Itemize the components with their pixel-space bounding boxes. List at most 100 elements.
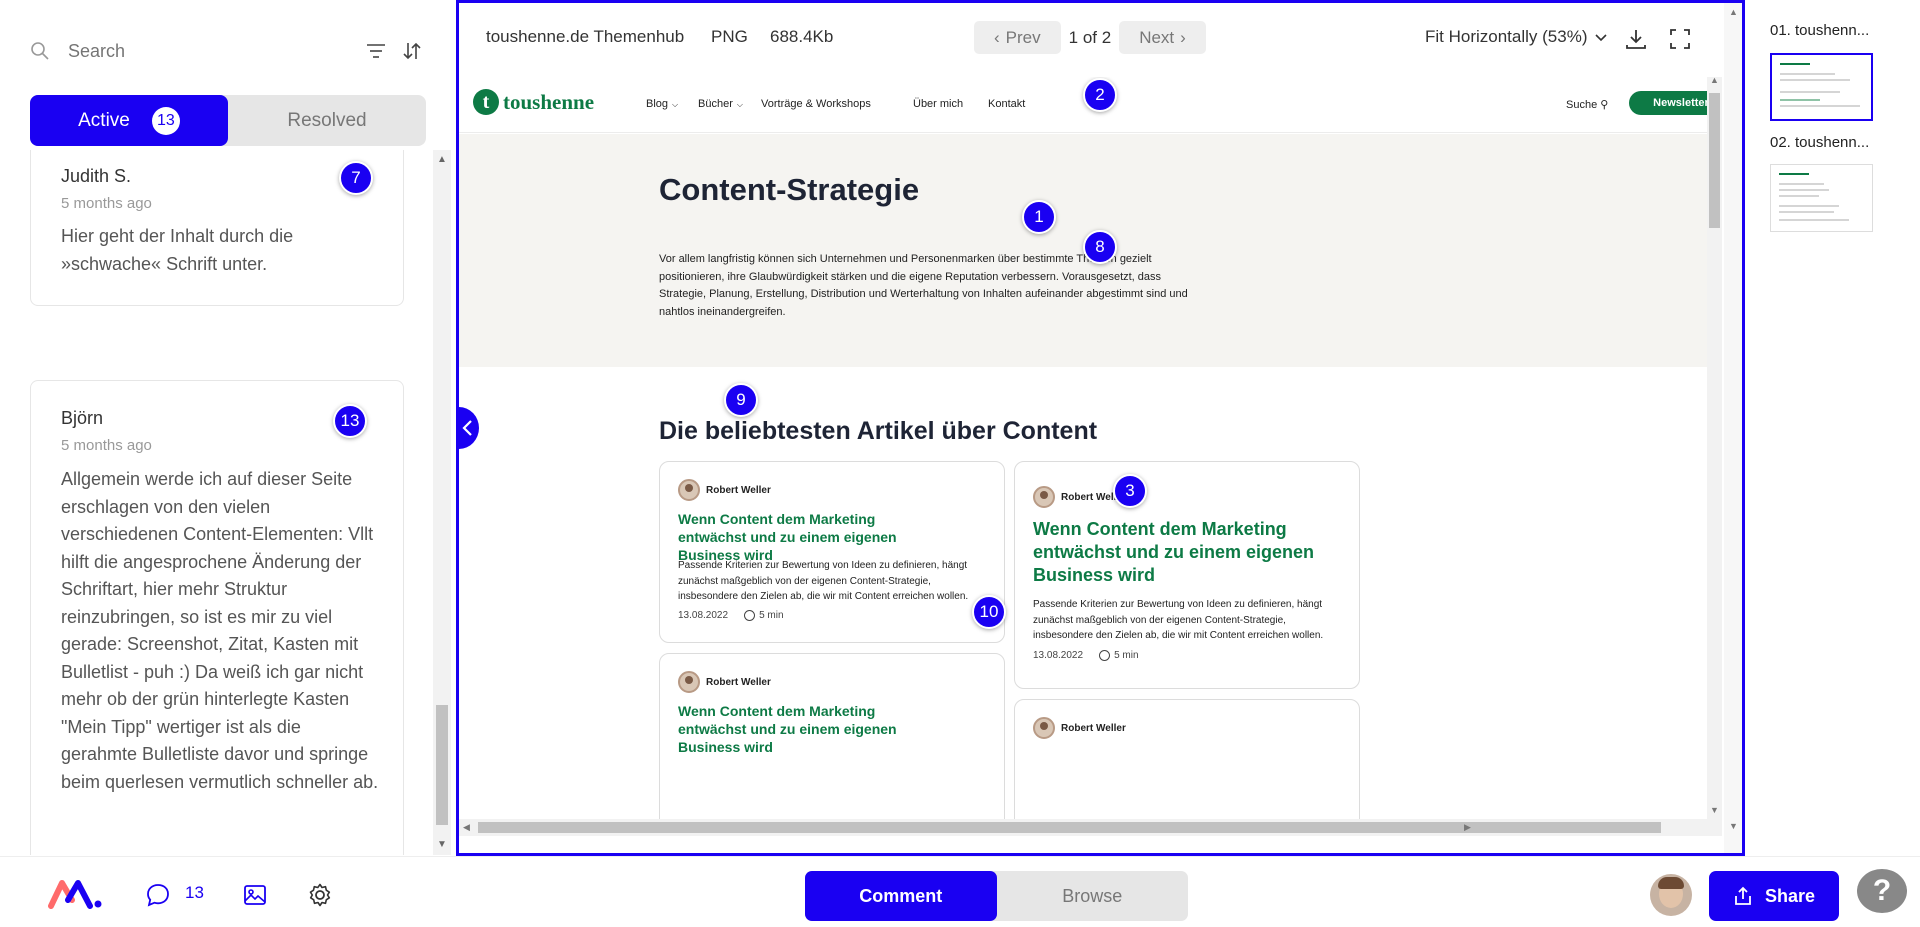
comment-count: 13 [185,883,204,902]
chevron-down-icon: ⌵ [736,100,743,109]
comment-pin[interactable]: 7 [339,161,373,195]
app-logo [48,880,102,909]
nav-label: Bücher [698,98,733,110]
scroll-right-arrow[interactable]: ▶ [1464,822,1471,833]
annotation-pin[interactable]: 2 [1083,78,1117,112]
page-thumbnails: 01. toushenn... 02. toushenn... [1760,0,1920,856]
scroll-left-arrow[interactable]: ◀ [463,822,470,833]
article-card: Robert Weller Wenn Content dem Marketing… [1014,461,1360,689]
annotation-pin[interactable]: 9 [724,383,758,417]
comment-author: Judith S. [61,166,132,186]
fullscreen-icon[interactable] [1668,27,1692,51]
card-read-time: 5 min [759,610,784,621]
comments-icon[interactable] [145,882,171,908]
thumbnail-page-1[interactable] [1770,53,1873,121]
comment-card[interactable]: Judith S. 5 months ago 7 Hier geht der I… [30,150,404,306]
nav-label: Blog [646,98,669,110]
thumbnail-page-2[interactable] [1770,164,1873,232]
scroll-down-arrow[interactable]: ▼ [1710,805,1719,815]
chevron-down-icon [1594,34,1607,42]
annotation-pin[interactable]: 10 [972,595,1006,629]
annotation-pin[interactable]: 3 [1113,474,1147,508]
scroll-up-arrow[interactable]: ▲ [1710,75,1719,85]
logo-mark: t [473,89,499,115]
help-button[interactable]: ? [1857,869,1907,913]
image-viewer: toushenne.de Themenhub PNG 688.4Kb ‹ Prev… [456,0,1745,856]
viewer-scrollbar[interactable]: ▲ ▼ [1724,3,1742,853]
active-count-badge: 13 [151,106,180,135]
hero-text: Vor allem langfristig können sich Untern… [659,253,1188,318]
chevron-left-icon: ‹ [994,27,1000,47]
bottom-toolbar: 13 Comment Browse Share ? [0,856,1920,927]
viewer-toolbar: toushenne.de Themenhub PNG 688.4Kb ‹ Prev… [459,3,1722,75]
comment-time: 5 months ago [61,195,152,212]
avatar-hair [1658,877,1684,889]
tab-active-label: Active [78,109,130,131]
scroll-up-arrow[interactable]: ▲ [1729,7,1738,17]
card-excerpt: Passende Kriterien zur Bewertung von Ide… [1033,599,1324,641]
chevron-down-icon: ⌵ [672,100,679,109]
file-size: 688.4Kb [770,27,834,46]
thumbnail-label: 01. toushenn... [1770,22,1870,39]
comment-list-scrollbar[interactable]: ▲ ▼ [433,150,451,855]
scroll-up-arrow[interactable]: ▲ [433,152,451,168]
comment-status-tabs: Active 13 Resolved [30,95,426,146]
card-title: Wenn Content dem Marketing entwächst und… [678,703,897,755]
image-preview[interactable]: t toushenne Blog ⌵ Bücher ⌵ Vorträge & Wor… [459,77,1707,819]
article-card: Robert Weller Wenn Content dem Marketing… [659,461,1005,643]
author-avatar [1033,717,1055,739]
article-card: Robert Weller Wenn Content dem Marketing… [659,653,1005,819]
share-icon [1735,886,1751,905]
browse-mode-button[interactable]: Browse [997,871,1189,921]
card-excerpt: Passende Kriterien zur Bewertung von Ide… [678,560,969,602]
thumbnail-label: 02. toushenn... [1770,134,1870,151]
comment-card[interactable]: Björn 5 months ago 13 Allgemein werde ic… [30,380,404,855]
next-label: Next [1139,27,1175,47]
clock-icon [744,610,756,621]
card-author-name: Robert Weller [706,676,771,688]
next-button[interactable]: Next › [1119,21,1206,54]
avatar[interactable] [1650,874,1692,916]
author-avatar [678,671,700,693]
annotation-pin[interactable]: 1 [1022,200,1056,234]
search-icon: ⚲ [1600,99,1609,111]
nav-item-ueber-mich: Über mich [913,98,964,110]
scrollbar-thumb[interactable] [436,705,448,825]
comment-list: Judith S. 5 months ago 7 Hier geht der I… [0,150,432,855]
share-button[interactable]: Share [1709,871,1839,921]
search-icon [31,42,49,60]
comment-pin[interactable]: 13 [333,404,367,438]
download-icon[interactable] [1624,27,1648,51]
preview-vertical-scrollbar[interactable]: ▲ ▼ [1707,75,1722,819]
scrollbar-thumb[interactable] [478,822,1661,833]
card-author: Robert Weller [1033,717,1126,739]
comment-text: Hier geht der Inhalt durch die »schwache… [61,226,294,274]
image-icon[interactable] [242,882,268,908]
annotation-pin[interactable]: 8 [1083,230,1117,264]
tab-resolved[interactable]: Resolved [228,95,426,146]
logo-text: toushenne [503,89,595,114]
gear-icon[interactable] [307,882,333,908]
card-read-time: 5 min [1114,650,1139,661]
tab-active[interactable]: Active 13 [30,95,228,146]
card-meta: 13.08.2022 5 min [678,610,784,621]
search-input[interactable] [66,39,352,63]
tab-resolved-label: Resolved [287,109,367,131]
scroll-down-arrow[interactable]: ▼ [433,837,451,853]
scroll-down-arrow[interactable]: ▼ [1729,821,1738,831]
article-card: Robert Weller [1014,699,1360,819]
sort-icon[interactable] [400,39,424,63]
comment-mode-button[interactable]: Comment [805,871,997,921]
nav-item-buecher: Bücher ⌵ [698,98,743,110]
preview-horizontal-scrollbar[interactable]: ◀ ▶ [459,819,1722,836]
prev-button[interactable]: ‹ Prev [974,21,1061,54]
card-date: 13.08.2022 [1033,650,1084,661]
filter-icon[interactable] [364,39,388,63]
scrollbar-thumb[interactable] [1709,93,1720,228]
card-date: 13.08.2022 [678,610,729,621]
site-header: t toushenne Blog ⌵ Bücher ⌵ Vorträge & Wor… [459,77,1707,133]
zoom-select[interactable]: Fit Horizontally (53%) [1425,27,1608,47]
file-type: PNG [711,27,748,46]
comment-text: Allgemein werde ich auf dieser Seite ers… [61,469,379,792]
comments-sidebar: Active 13 Resolved Judith S. 5 months ag… [0,0,451,855]
